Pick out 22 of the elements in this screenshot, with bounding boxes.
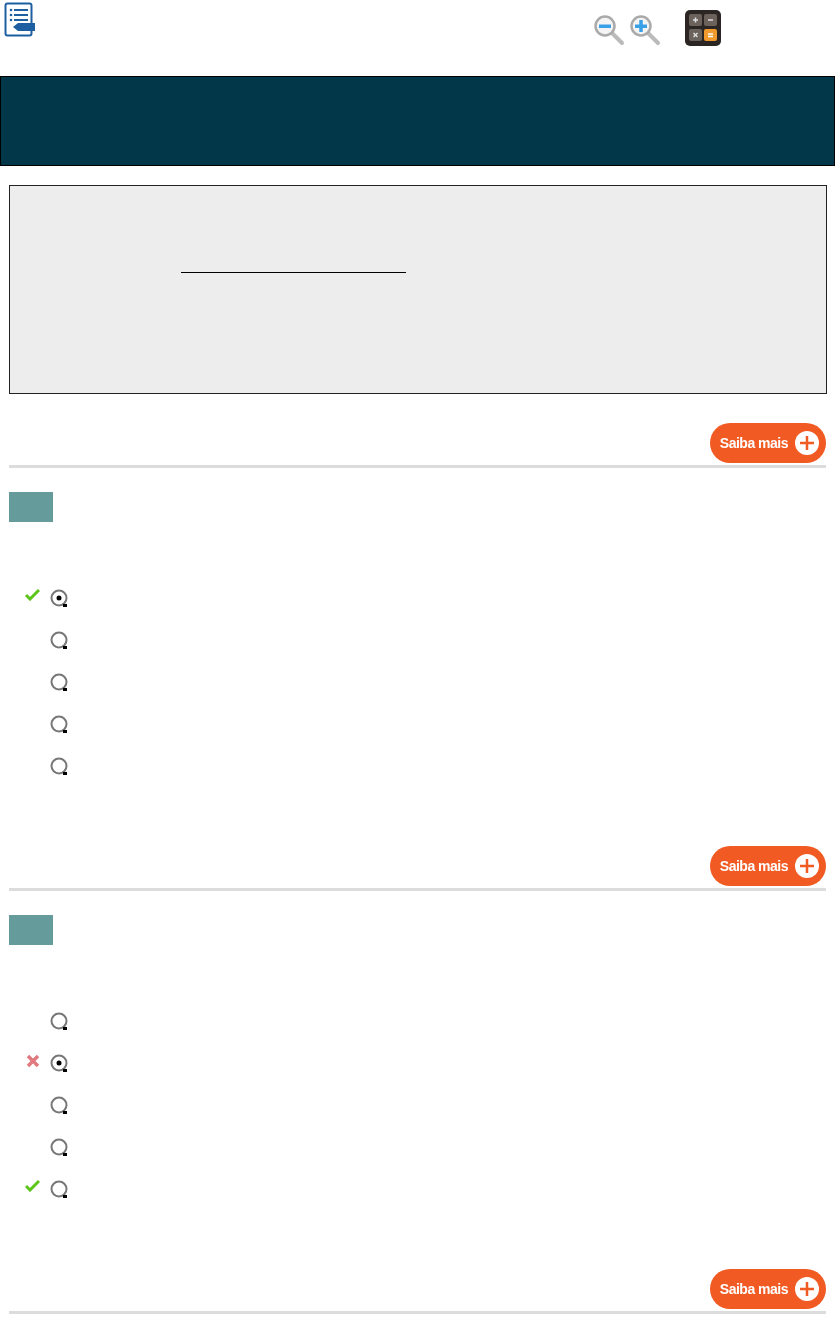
more-button[interactable]: Saiba mais <box>709 846 826 886</box>
question-number-box <box>9 915 53 945</box>
plus-icon <box>794 430 820 456</box>
calculator-icon[interactable] <box>685 10 721 46</box>
more-button[interactable]: Saiba mais <box>709 423 826 463</box>
zoom-out-icon[interactable] <box>593 14 625 46</box>
radio-button[interactable] <box>50 1012 69 1031</box>
radio-button[interactable] <box>50 715 69 734</box>
list-icon[interactable] <box>4 2 36 38</box>
radio-button[interactable] <box>50 1180 69 1199</box>
radio-button[interactable] <box>50 1096 69 1115</box>
radio-button[interactable] <box>50 631 69 650</box>
radio-button[interactable] <box>50 1138 69 1157</box>
question-number-box <box>9 492 53 522</box>
zoom-in-icon[interactable] <box>629 14 661 46</box>
more-button[interactable]: Saiba mais <box>709 1269 826 1309</box>
radio-button[interactable] <box>50 589 69 608</box>
plus-icon <box>794 1276 820 1302</box>
plus-icon <box>794 853 820 879</box>
radio-button[interactable] <box>50 757 69 776</box>
radio-button[interactable] <box>50 673 69 692</box>
radio-button[interactable] <box>50 1054 69 1073</box>
